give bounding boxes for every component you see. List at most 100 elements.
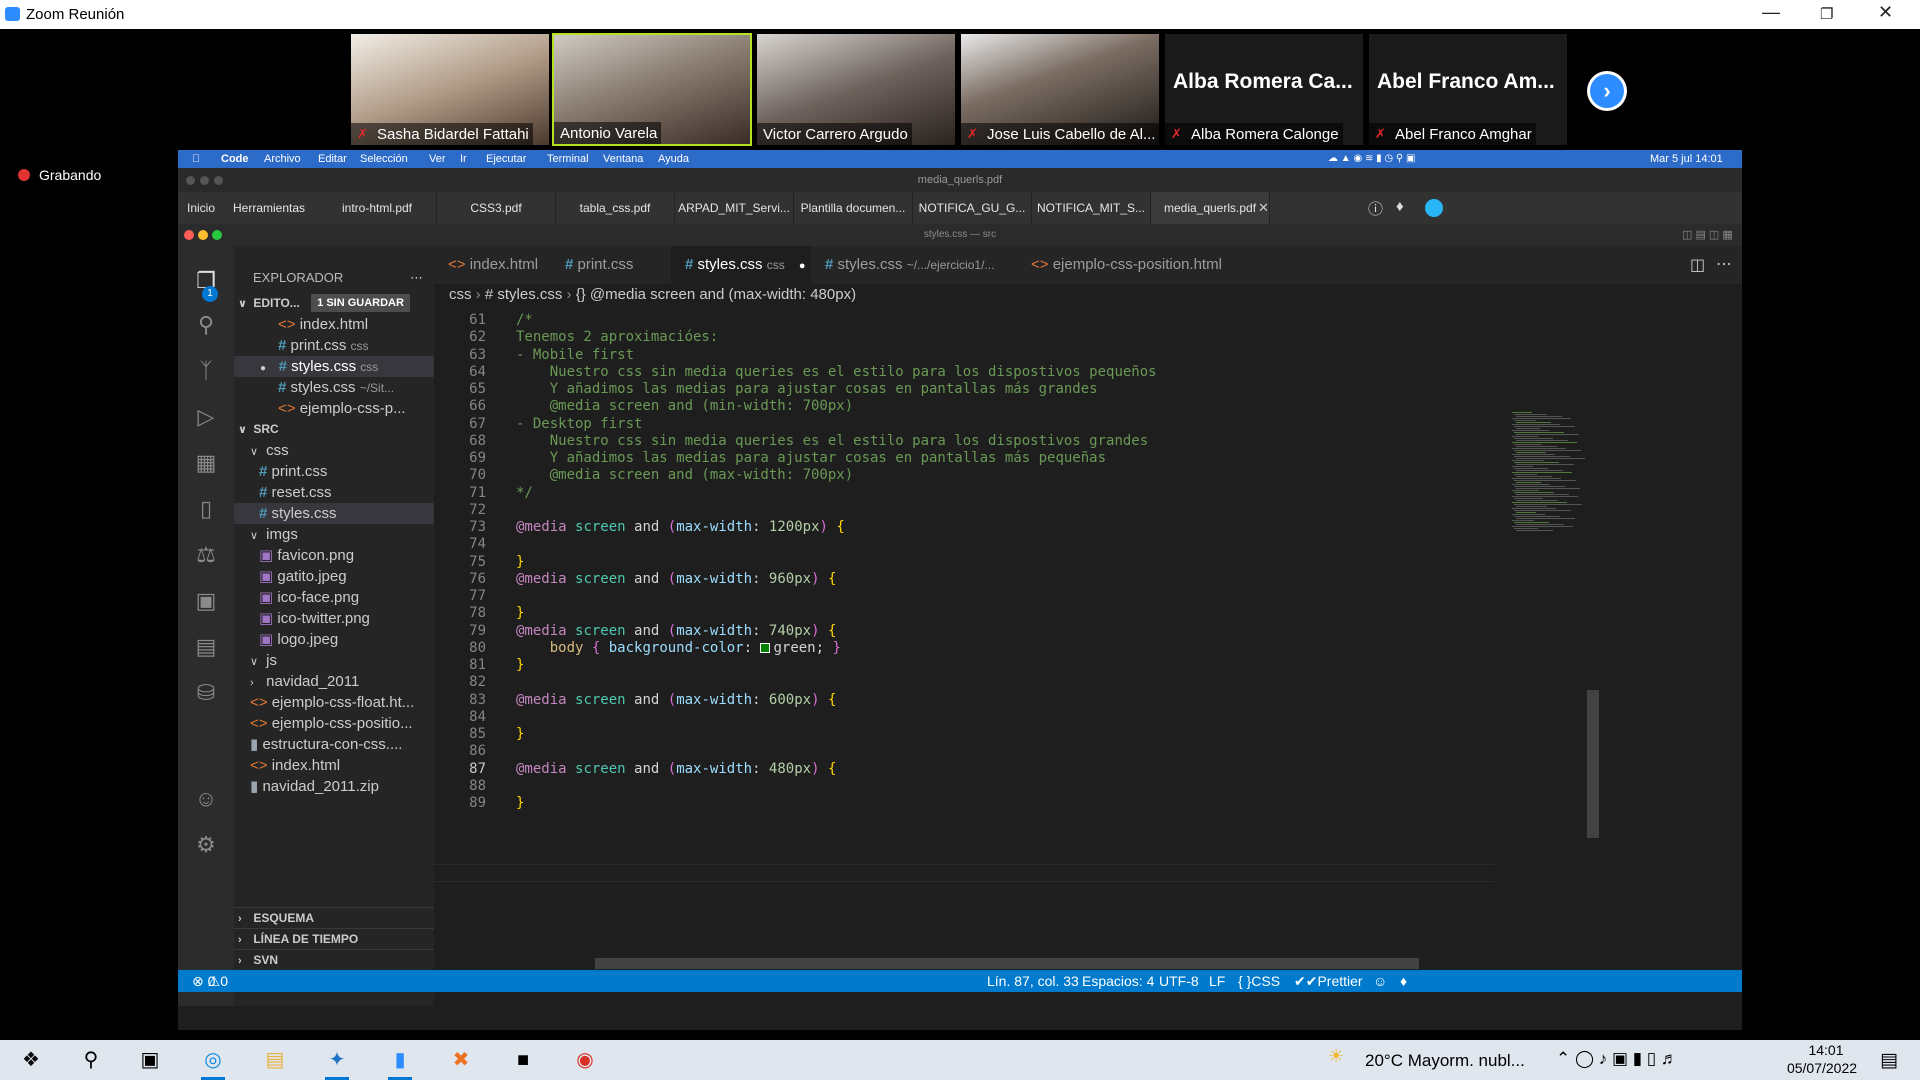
close-tab-icon[interactable]: ✕ — [1258, 200, 1269, 216]
more-actions-icon[interactable]: ⋯ — [1716, 254, 1732, 274]
menu-item[interactable]: Code — [221, 153, 249, 165]
tree-folder[interactable]: ∨ js — [234, 650, 434, 671]
editor-tab[interactable]: <> index.html — [434, 246, 551, 284]
encoding[interactable]: UTF-8 — [1159, 970, 1199, 992]
xampp-icon[interactable]: ✖ — [447, 1046, 475, 1074]
menu-item[interactable]: Terminal — [547, 153, 589, 165]
clock-date[interactable]: 05/07/2022 — [1777, 1060, 1867, 1076]
dirty-dot-icon[interactable]: ● — [799, 260, 806, 272]
tree-file[interactable]: ▣ gatito.jpeg — [234, 566, 434, 587]
account-icon[interactable]: ☺ — [193, 786, 219, 812]
tree-file[interactable]: ▣ favicon.png — [234, 545, 434, 566]
open-editor-item[interactable]: # styles.css ~/Sit... — [234, 377, 434, 398]
remote-explorer-icon[interactable]: ▣ — [193, 588, 219, 614]
docker-icon[interactable]: ⚖ — [193, 542, 219, 568]
vertical-scrollbar[interactable] — [1587, 690, 1599, 838]
svn-section[interactable]: › SVN — [234, 949, 434, 970]
pdf-tab[interactable]: Plantilla documen... — [794, 192, 913, 224]
breadcrumb-item[interactable]: css — [449, 286, 472, 303]
chrome-icon[interactable]: ◉ — [571, 1046, 599, 1074]
menu-item[interactable]: Ventana — [603, 153, 643, 165]
tree-folder[interactable]: ∨ imgs — [234, 524, 434, 545]
tree-file[interactable]: # reset.css — [234, 482, 434, 503]
menu-item[interactable]: Ejecutar — [486, 153, 526, 165]
pdf-tab[interactable]: tabla_css.pdf — [556, 192, 675, 224]
code-editor[interactable]: 61 /* 62 Tenemos 2 aproximacióes: 63 - Mobile… — [434, 306, 1494, 826]
participant-tile[interactable]: Sasha Bidardel Fattahi ✗ — [350, 33, 550, 146]
task-view-icon[interactable]: ▣ — [136, 1046, 164, 1074]
open-editor-item[interactable]: <> ejemplo-css-p... — [234, 398, 434, 419]
editor-tab[interactable]: # styles.css ~/.../ejercicio1/... — [811, 246, 1017, 284]
tree-file-selected[interactable]: # styles.css — [234, 503, 434, 524]
close-icon[interactable]: ✕ — [1878, 2, 1893, 23]
zoom-window-icon[interactable] — [212, 230, 222, 240]
more-actions-icon[interactable]: ⋯ — [410, 267, 423, 288]
extensions-icon[interactable]: ▦ — [193, 450, 219, 476]
pdf-home-tab[interactable]: Inicio — [178, 192, 224, 224]
restore-icon[interactable]: ❐ — [1820, 5, 1833, 23]
menu-item[interactable]: Editar — [318, 153, 347, 165]
problems-indicator[interactable]: ⊗ 0 ⚠ 0 — [192, 970, 228, 992]
participant-tile[interactable]: Antonio Varela — [552, 33, 752, 146]
indentation[interactable]: Espacios: 4 — [1082, 970, 1154, 992]
weather-text[interactable]: 20°C Mayorm. nubl... — [1365, 1051, 1525, 1071]
feedback-icon[interactable]: ☺ — [1373, 970, 1387, 992]
minimize-icon[interactable]: — — [1762, 2, 1780, 23]
tree-folder[interactable]: › navidad_2011 — [234, 671, 434, 692]
pdf-tab[interactable]: CSS3.pdf — [437, 192, 556, 224]
tree-file[interactable]: ▣ logo.jpeg — [234, 629, 434, 650]
pdf-tab-active[interactable]: media_querls.pdf — [1151, 192, 1270, 224]
breadcrumb-item[interactable]: # styles.css — [485, 286, 563, 303]
weather-icon[interactable]: ☀ — [1328, 1046, 1344, 1067]
tree-file[interactable]: ▮ estructura-con-css.... — [234, 734, 434, 755]
pdf-tab[interactable]: intro-html.pdf — [318, 192, 437, 224]
participant-tile[interactable]: Alba Romera Ca... Alba Romera Calonge ✗ — [1164, 33, 1364, 146]
prettier[interactable]: ✔✔ Prettier — [1294, 970, 1363, 992]
language-mode[interactable]: { } CSS — [1238, 970, 1280, 992]
database-icon[interactable]: ⛁ — [193, 680, 219, 706]
split-editor-icon[interactable]: ◫ — [1690, 255, 1705, 275]
menu-item[interactable]: Ver — [429, 153, 446, 165]
intellij-icon[interactable]: ■ — [509, 1046, 537, 1074]
open-editor-item[interactable]: ● # styles.css css — [234, 356, 434, 377]
breadcrumb-item[interactable]: {} @media screen and (max-width: 480px) — [576, 286, 856, 303]
bell-icon[interactable]: ♦ — [1396, 198, 1404, 215]
zoom-icon[interactable]: ▮ — [386, 1046, 414, 1080]
search-icon[interactable]: ⚲ — [77, 1046, 105, 1074]
avatar[interactable] — [1425, 199, 1443, 217]
file-explorer-icon[interactable]: ▤ — [261, 1046, 289, 1074]
tree-file[interactable]: ▣ ico-twitter.png — [234, 608, 434, 629]
tray-icons[interactable]: ⌃ ◯ ♪ ▣ ▮ ▯ ♬ — [1556, 1049, 1678, 1069]
tree-file[interactable]: <> ejemplo-css-float.ht... — [234, 692, 434, 713]
open-editor-item[interactable]: <> index.html — [234, 314, 434, 335]
windows-start-icon[interactable]: ❖ — [17, 1046, 45, 1074]
pdf-tools-tab[interactable]: Herramientas — [224, 192, 314, 224]
menu-item[interactable]: Archivo — [264, 153, 301, 165]
help-icon[interactable]: ⓘ — [1368, 198, 1383, 219]
close-window-icon[interactable] — [184, 230, 194, 240]
editor-tab[interactable]: # print.css — [551, 246, 671, 284]
open-editor-item[interactable]: # print.css css — [234, 335, 434, 356]
pdf-tab[interactable]: ARPAD_MIT_Servi... — [675, 192, 794, 224]
line-ending[interactable]: LF — [1209, 970, 1225, 992]
search-icon[interactable]: ⚲ — [193, 312, 219, 338]
edge-icon[interactable]: ◎ — [199, 1046, 227, 1080]
tree-folder[interactable]: ∨ css — [234, 440, 434, 461]
next-participants-button[interactable]: › — [1587, 71, 1627, 111]
menu-item[interactable]: Selección — [360, 153, 408, 165]
run-debug-icon[interactable]: ▷ — [193, 404, 219, 430]
menu-item[interactable]: Ayuda — [658, 153, 689, 165]
folder-icon[interactable]: ▤ — [193, 634, 219, 660]
horizontal-scrollbar[interactable] — [595, 958, 1419, 969]
menu-item[interactable]: Ir — [460, 153, 467, 165]
layout-icons[interactable]: ◫ ▤ ◫ ▦ — [1682, 224, 1733, 246]
participant-tile[interactable]: Abel Franco Am... Abel Franco Amghar ✗ — [1368, 33, 1568, 146]
apple-icon[interactable]:  — [192, 153, 200, 165]
timeline-section[interactable]: › LÍNEA DE TIEMPO — [234, 928, 434, 949]
src-folder-header[interactable]: ∨ SRC — [234, 419, 434, 440]
outline-section[interactable]: › ESQUEMA — [234, 907, 434, 928]
vscode-icon[interactable]: ✦ — [323, 1046, 351, 1080]
tree-file[interactable]: <> index.html — [234, 755, 434, 776]
gear-icon[interactable]: ⚙ — [193, 832, 219, 858]
source-control-icon[interactable]: ᛉ — [193, 358, 219, 384]
